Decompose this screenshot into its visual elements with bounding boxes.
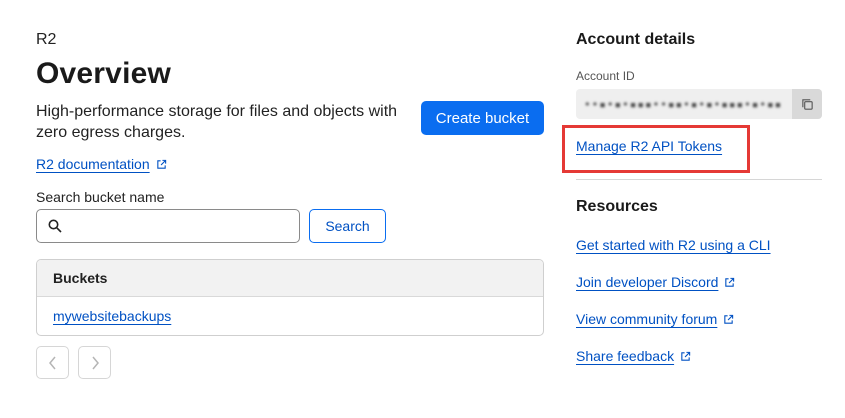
r2-documentation-link[interactable]: R2 documentation: [36, 156, 167, 172]
r2-overview-page: R2 Overview High-performance storage for…: [0, 0, 845, 418]
external-link-icon: [156, 159, 166, 169]
bucket-link[interactable]: mywebsitebackups: [53, 308, 171, 324]
cli-guide-link[interactable]: Get started with R2 using a CLI: [576, 236, 771, 254]
external-link-icon: [724, 314, 734, 324]
resource-link-label: Share feedback: [576, 348, 675, 364]
community-forum-link[interactable]: View community forum: [576, 310, 771, 328]
description-row: High-performance storage for files and o…: [36, 101, 546, 145]
divider: [576, 179, 822, 180]
account-id-field: ••▪•▪•▪▪▪••▪▪•▪•▪•▪▪▪•▪•▪▪: [576, 89, 822, 119]
account-details-title: Account details: [576, 31, 696, 48]
copy-button[interactable]: [792, 89, 822, 119]
sidebar: Account details Account ID ••▪•▪•▪▪▪••▪▪…: [562, 30, 822, 364]
chevron-left-icon: [48, 356, 56, 369]
resource-link-label: View community forum: [576, 311, 718, 327]
table-header: Buckets: [37, 260, 543, 297]
resources-list: Get started with R2 using a CLI Join dev…: [576, 236, 771, 365]
resource-link-label: Join developer Discord: [576, 274, 719, 290]
breadcrumb[interactable]: R2: [36, 30, 546, 50]
search-field[interactable]: [36, 209, 300, 243]
main-content: R2 Overview High-performance storage for…: [36, 30, 546, 379]
resources-section: Resources Get started with R2 using a CL…: [576, 197, 771, 365]
page-description: High-performance storage for files and o…: [36, 103, 398, 141]
search-button[interactable]: Search: [309, 209, 386, 243]
external-link-icon: [725, 277, 735, 287]
external-link-icon: [681, 351, 691, 361]
pagination: [36, 346, 546, 379]
page-title: Overview: [36, 57, 172, 90]
resource-link-label: Get started with R2 using a CLI: [576, 237, 771, 253]
resources-title: Resources: [576, 198, 658, 215]
chevron-right-icon: [91, 356, 99, 369]
account-id-label: Account ID: [576, 69, 635, 83]
previous-page-button[interactable]: [36, 346, 69, 379]
search-icon: [48, 219, 62, 233]
search-input[interactable]: [71, 211, 299, 241]
share-feedback-link[interactable]: Share feedback: [576, 347, 771, 365]
buckets-table: Buckets mywebsitebackups: [36, 259, 544, 336]
create-bucket-button[interactable]: Create bucket: [421, 101, 544, 135]
search-label: Search bucket name: [36, 189, 165, 205]
account-id-value: ••▪•▪•▪▪▪••▪▪•▪•▪•▪▪▪•▪•▪▪: [584, 97, 783, 111]
table-row: mywebsitebackups: [37, 297, 543, 335]
copy-icon: [801, 98, 813, 110]
search-row: Search: [36, 209, 546, 243]
doc-link-label: R2 documentation: [36, 156, 150, 172]
next-page-button[interactable]: [78, 346, 111, 379]
manage-r2-api-tokens-link[interactable]: Manage R2 API Tokens: [576, 138, 722, 154]
discord-link[interactable]: Join developer Discord: [576, 273, 771, 291]
